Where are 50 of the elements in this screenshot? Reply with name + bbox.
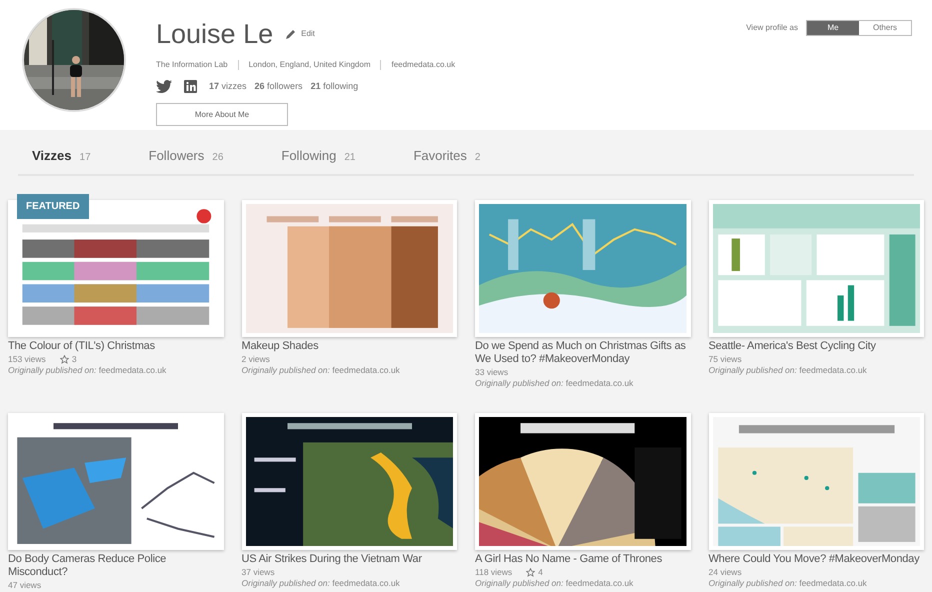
star-icon — [60, 354, 69, 364]
published-note: Originally published on: feedmedata.co.uk — [708, 365, 867, 375]
view-count: 75 views — [708, 354, 742, 364]
tab[interactable]: Vizzes — [32, 146, 72, 166]
tab[interactable]: Favorites — [413, 146, 467, 166]
profile-name: Louise Le — [156, 18, 274, 51]
view-count: 37 views — [242, 567, 275, 577]
bird-icon[interactable] — [156, 80, 172, 93]
view-count: 47 views — [8, 580, 42, 590]
viz-title-link[interactable]: A Girl Has No Name - Game of Thrones — [475, 553, 690, 566]
website-link[interactable]: feedmedata.co.uk — [380, 60, 456, 70]
profile-detail: London, England, United Kingdom — [238, 60, 370, 70]
viz-title-link[interactable]: The Colour of (TIL's) Christmas — [8, 340, 224, 353]
published-note: Originally published on: feedmedata.co.uk — [242, 365, 400, 375]
viz-title-link[interactable]: Seattle- America's Best Cycling City — [708, 340, 924, 353]
favorite-count: 3 — [72, 354, 77, 364]
viz-title-link[interactable]: Where Could You Move? #MakeoverMonday — [708, 553, 924, 566]
view-as-label: View profile as — [746, 22, 798, 34]
published-note: Originally published on: feedmedata.co.uk — [8, 365, 166, 375]
edit-link[interactable]: Edit — [285, 28, 315, 40]
published-note: Originally published on: feedmedata.co.uk — [242, 578, 400, 588]
profile-detail: The Information Lab — [156, 58, 228, 70]
viz-title-link[interactable]: Do Body Cameras Reduce Police Misconduct? — [8, 553, 224, 579]
tab-count: 2 — [474, 150, 480, 165]
stat-link[interactable]: 21 following — [310, 80, 358, 93]
viz-title-link[interactable]: Do we Spend as Much on Christmas Gifts as We Used to? #MakeoverMonday — [475, 340, 690, 366]
tab-count: 21 — [344, 150, 356, 165]
viz-title-link[interactable]: US Air Strikes During the Vietnam War — [242, 553, 457, 566]
toggle-option[interactable]: Me — [807, 21, 859, 35]
more-about-me-button[interactable]: More About Me — [156, 103, 288, 126]
viz-title-link[interactable]: Makeup Shades — [242, 340, 457, 353]
stat-link[interactable]: 17 vizzes — [209, 80, 247, 93]
view-count: 24 views — [708, 567, 742, 577]
favorite-count: 4 — [538, 567, 543, 577]
view-count: 2 views — [242, 354, 270, 364]
published-note: Originally published on: feedmedata.co.uk — [708, 578, 867, 588]
star-icon — [526, 568, 536, 576]
published-note: Originally published on: feedmedata.co.uk — [475, 378, 634, 388]
view-count: 118 views — [475, 567, 512, 577]
view-count: 33 views — [475, 367, 508, 377]
featured-badge: FEATURED — [17, 194, 89, 219]
pencil-icon — [285, 28, 298, 40]
tab-count: 26 — [212, 150, 224, 165]
tab[interactable]: Following — [281, 146, 336, 166]
published-note: Originally published on: feedmedata.co.uk — [475, 578, 634, 588]
tab[interactable]: Followers — [148, 146, 204, 166]
view-count: 153 views — [8, 354, 46, 364]
linkedin-icon[interactable] — [184, 80, 197, 93]
stat-link[interactable]: 26 followers — [254, 80, 303, 93]
tab-count: 17 — [80, 150, 91, 165]
